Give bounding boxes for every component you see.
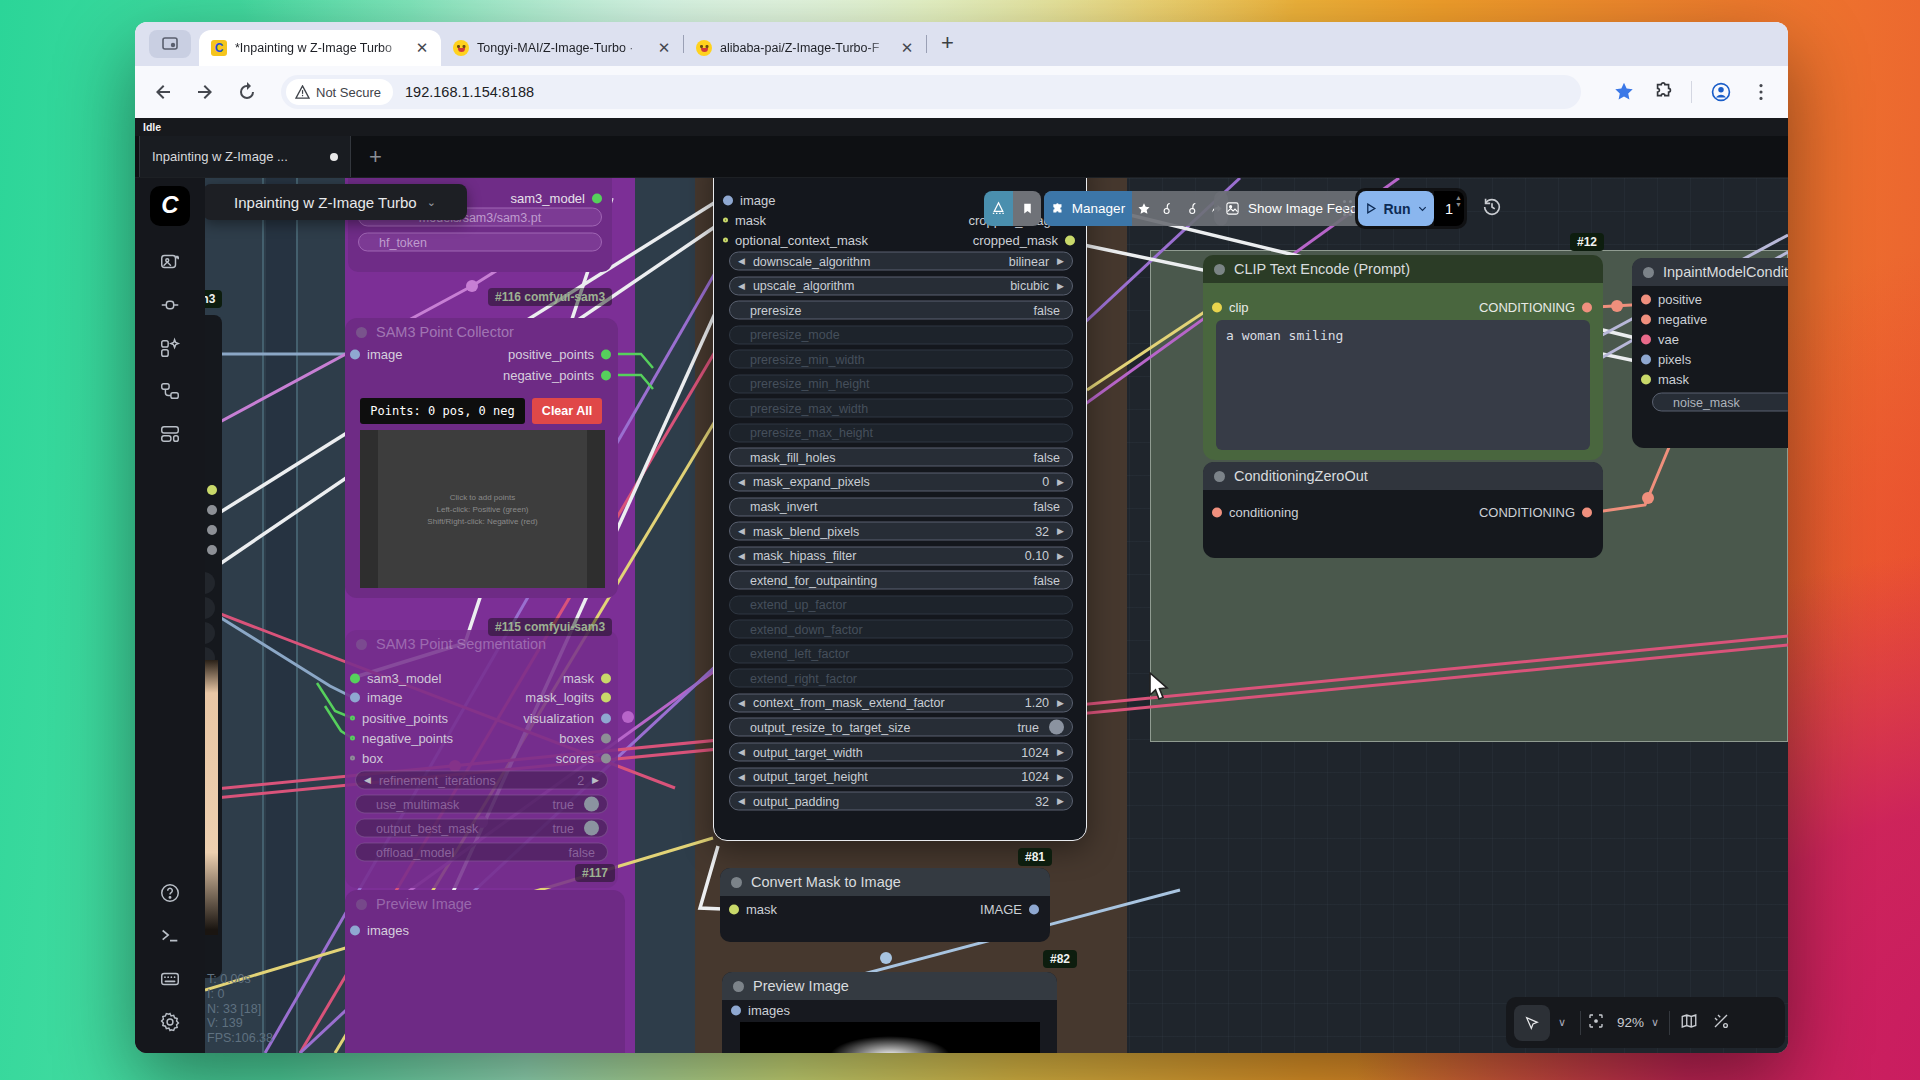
new-workflow-button[interactable]: + [369, 144, 382, 170]
manager-label: Manager [1072, 201, 1125, 216]
mouse-cursor [1148, 672, 1174, 706]
forward-button[interactable] [193, 80, 217, 104]
workflow-name-dropdown[interactable]: Inpainting w Z-Image Turbo ⌄ [205, 184, 467, 220]
canvas-toolbar-group-2: Manager [1044, 191, 1228, 226]
extensions-icon[interactable] [1653, 81, 1675, 103]
divider [1580, 1011, 1581, 1035]
stats-line: T: 0.00s [207, 972, 273, 987]
queue-count-value: 1 [1445, 201, 1453, 217]
tab-close-icon[interactable]: ✕ [413, 39, 431, 57]
show-image-feed-label: Show Image Feed [1248, 201, 1358, 216]
bookmark-star-icon[interactable] [1613, 81, 1635, 103]
huggingface-favicon [453, 40, 469, 56]
pointer-tool-button[interactable] [1514, 1005, 1550, 1041]
sidebar-shortcuts-icon[interactable] [135, 957, 205, 1000]
toggle-links-button[interactable] [1712, 1012, 1730, 1034]
stats-line: FPS:106.38 [207, 1031, 273, 1046]
divider [1669, 1011, 1670, 1035]
chevron-down-icon: ⌄ [427, 196, 436, 209]
url-text[interactable]: 192.168.1.154:8188 [405, 84, 534, 100]
sidebar-help-icon[interactable] [135, 871, 205, 914]
workflow-tab-bar: Inpainting w Z-Image ... + [135, 136, 1788, 178]
zoom-level-label[interactable]: 92% [1617, 1015, 1644, 1030]
element [1343, 207, 1346, 210]
sidebar-terminal-icon[interactable] [135, 914, 205, 957]
not-secure-chip[interactable]: Not Secure [286, 79, 393, 105]
graph-view-button[interactable] [984, 191, 1013, 226]
bookmark-button[interactable] [1013, 191, 1041, 226]
unsaved-dot [330, 153, 338, 161]
tab-search-button[interactable] [149, 30, 191, 58]
element [1349, 200, 1352, 203]
back-button[interactable] [151, 80, 175, 104]
comfyui-app: Idle Inpainting w Z-Image ... + C [135, 118, 1788, 1053]
browser-window: C *Inpainting w Z-Image Turbo ✕ Tongyi-M… [135, 22, 1788, 1053]
sidebar-settings-icon[interactable] [135, 1000, 205, 1043]
fit-view-button[interactable] [1587, 1012, 1605, 1034]
new-tab-button[interactable]: + [941, 30, 954, 56]
node-canvas[interactable]: m3sam3_modelmodels/sam3/sam3.pthf_token#… [205, 178, 1788, 1053]
whistle-button-2[interactable] [1181, 191, 1205, 226]
chevron-down-icon[interactable]: ∨ [1651, 1016, 1659, 1029]
stats-line: I: 0 [207, 987, 273, 1002]
run-button[interactable]: Run [1358, 191, 1434, 226]
sidebar-model-library-icon[interactable] [135, 326, 205, 369]
tab-search-icon [162, 36, 178, 52]
warning-icon [295, 85, 310, 99]
reload-button[interactable] [235, 80, 259, 104]
comfy-menubar: Idle [135, 118, 1788, 136]
run-button-group: Run 1▲▼ [1355, 188, 1467, 229]
browser-toolbar: Not Secure 192.168.1.154:8188 [135, 66, 1788, 118]
star-button[interactable] [1132, 191, 1156, 226]
browser-tab-strip: C *Inpainting w Z-Image Turbo ✕ Tongyi-M… [135, 22, 1788, 66]
comfyui-favicon: C [211, 40, 227, 56]
drag-handle-icon[interactable] [1343, 200, 1353, 217]
whistle-button-1[interactable] [1156, 191, 1181, 226]
count-spinner[interactable]: ▲▼ [1455, 195, 1462, 208]
element [1343, 213, 1346, 216]
profile-icon[interactable] [1710, 81, 1732, 103]
huggingface-favicon [696, 40, 712, 56]
canvas-stats: T: 0.00sI: 0N: 33 [18]V: 139FPS:106.38 [207, 972, 273, 1046]
address-bar[interactable]: Not Secure 192.168.1.154:8188 [281, 75, 1581, 109]
workflow-tab[interactable]: Inpainting w Z-Image ... [139, 136, 351, 177]
minimap-button[interactable] [1680, 1012, 1698, 1034]
menu-kebab-icon[interactable] [1750, 81, 1772, 103]
run-label: Run [1383, 201, 1410, 217]
element [1349, 213, 1352, 216]
tab-close-icon[interactable]: ✕ [655, 39, 673, 57]
stats-line: V: 139 [207, 1016, 273, 1031]
element [1343, 200, 1346, 203]
comfy-sidebar: C [135, 178, 205, 1053]
status-idle: Idle [143, 121, 161, 133]
browser-tab-2[interactable]: Tongyi-MAI/Z-Image-Turbo · ✕ [441, 30, 683, 66]
element [1349, 207, 1352, 210]
canvas-toolbar-group-1 [984, 191, 1041, 226]
manager-button[interactable]: Manager [1044, 191, 1132, 226]
sidebar-node-library-icon[interactable] [135, 283, 205, 326]
tab-close-icon[interactable]: ✕ [898, 39, 916, 57]
sidebar-templates-icon[interactable] [135, 412, 205, 455]
browser-tab-active[interactable]: C *Inpainting w Z-Image Turbo ✕ [199, 30, 441, 66]
canvas-bottom-toolbar: ∨ 92% ∨ [1506, 997, 1785, 1048]
queue-count[interactable]: 1▲▼ [1434, 191, 1464, 226]
browser-tab-3[interactable]: alibaba-pai/Z-Image-Turbo-F ✕ [684, 30, 926, 66]
chevron-down-icon[interactable]: ∨ [1558, 1016, 1566, 1029]
sidebar-queue-icon[interactable] [135, 240, 205, 283]
workflow-name-label: Inpainting w Z-Image Turbo [234, 194, 417, 211]
sidebar-workflows-icon[interactable] [135, 369, 205, 412]
stats-line: N: 33 [18] [207, 1002, 273, 1017]
history-button[interactable] [1481, 196, 1503, 222]
comfyui-logo[interactable]: C [150, 186, 190, 226]
